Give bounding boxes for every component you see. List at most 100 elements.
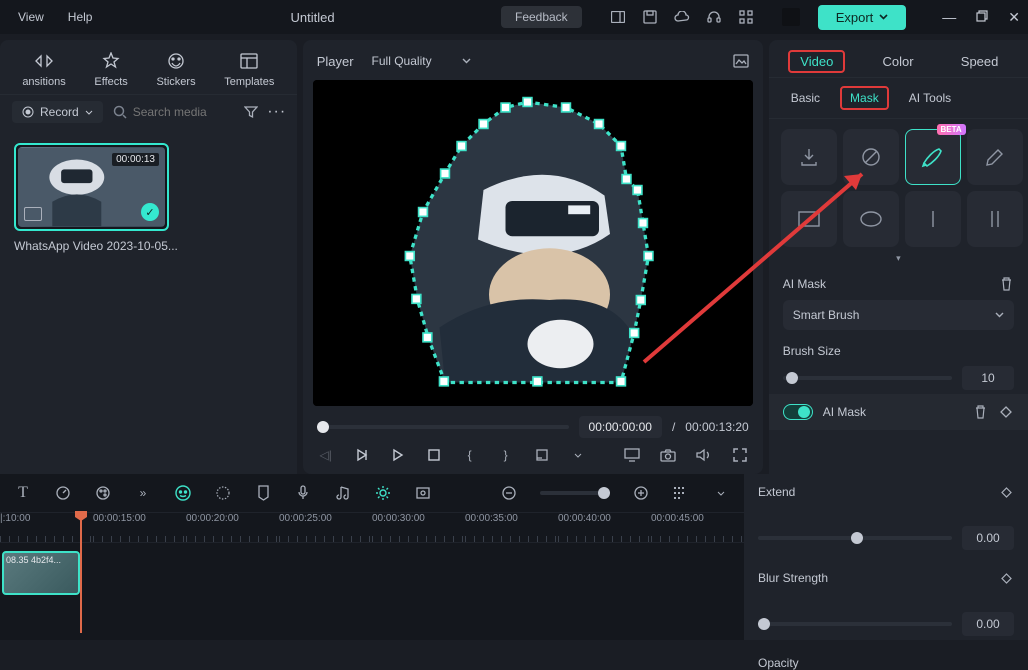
tab-color[interactable]: Color <box>873 50 924 73</box>
headphones-icon[interactable] <box>706 9 722 25</box>
clip-name: WhatsApp Video 2023-10-05... <box>14 239 283 253</box>
volume-icon[interactable] <box>695 446 713 464</box>
tab-templates[interactable]: Templates <box>224 50 274 88</box>
total-time: 00:00:13:20 <box>685 420 748 434</box>
layout-icon[interactable] <box>610 9 626 25</box>
close-icon[interactable]: ✕ <box>1008 9 1020 26</box>
mark-out-icon[interactable]: } <box>497 446 515 464</box>
export-button[interactable]: Export <box>818 5 907 30</box>
extend-value[interactable]: 0.00 <box>962 526 1014 550</box>
ai-tool-icon[interactable] <box>174 484 192 502</box>
tab-video[interactable]: Video <box>788 50 845 73</box>
mask-pen[interactable] <box>967 129 1023 185</box>
feedback-button[interactable]: Feedback <box>501 6 582 28</box>
delete-ai-mask-icon[interactable] <box>998 276 1014 292</box>
text-tool-icon[interactable]: T <box>14 484 32 502</box>
fullscreen-icon[interactable] <box>731 446 749 464</box>
ai-mask-label: AI Mask <box>783 277 826 291</box>
ruler-tick: 00:00:35:00 <box>465 513 558 542</box>
search-input[interactable] <box>133 105 233 119</box>
mask-import[interactable] <box>781 129 837 185</box>
ruler-tick: 00:00:30:00 <box>372 513 465 542</box>
highlight-icon[interactable] <box>374 484 392 502</box>
adjust-icon[interactable] <box>214 484 232 502</box>
speed-tool-icon[interactable] <box>54 484 72 502</box>
mask-rectangle[interactable] <box>781 191 837 247</box>
playhead[interactable] <box>80 513 82 633</box>
tab-mask[interactable]: Mask <box>840 86 889 110</box>
blur-value[interactable]: 0.00 <box>962 612 1014 636</box>
blur-slider[interactable] <box>758 622 952 626</box>
mask-line-single[interactable] <box>905 191 961 247</box>
keyframe-extend-icon[interactable] <box>998 484 1014 500</box>
play-pause-icon[interactable] <box>353 446 371 464</box>
expand-mask-grid[interactable]: ▾ <box>769 251 1028 266</box>
brush-size-value[interactable]: 10 <box>962 366 1014 390</box>
ai-mask-select[interactable]: Smart Brush <box>783 300 1014 330</box>
tab-effects[interactable]: Effects <box>94 50 127 88</box>
ai-mask-toggle[interactable] <box>783 404 813 420</box>
tab-speed[interactable]: Speed <box>951 50 1009 73</box>
zoom-slider[interactable] <box>540 491 610 495</box>
stop-icon[interactable] <box>425 446 443 464</box>
avatar[interactable] <box>782 8 800 26</box>
main-area: ansitions Effects Stickers Templates Rec… <box>0 34 1028 474</box>
player-viewport[interactable] <box>313 80 753 406</box>
display-icon[interactable] <box>623 446 641 464</box>
audio-icon[interactable] <box>334 484 352 502</box>
crop-icon[interactable] <box>533 446 551 464</box>
marker-icon[interactable] <box>254 484 272 502</box>
tab-transitions[interactable]: ansitions <box>22 50 65 88</box>
apps-icon[interactable] <box>738 9 754 25</box>
maximize-icon[interactable] <box>976 9 988 26</box>
mark-in-icon[interactable]: { <box>461 446 479 464</box>
media-panel: ansitions Effects Stickers Templates Rec… <box>0 40 297 474</box>
playback-slider[interactable] <box>317 425 569 429</box>
brush-size-slider[interactable] <box>783 376 952 380</box>
menu-help[interactable]: Help <box>68 10 93 24</box>
tab-ai-tools[interactable]: AI Tools <box>901 88 959 108</box>
tab-basic[interactable]: Basic <box>783 88 828 108</box>
mask-brush[interactable]: BETA <box>905 129 961 185</box>
ruler-tick: 00:00:45:00 <box>651 513 744 542</box>
menu-view[interactable]: View <box>18 10 44 24</box>
chevron-down-icon[interactable] <box>569 446 587 464</box>
search-input-wrap[interactable] <box>113 105 233 119</box>
mask-ellipse[interactable] <box>843 191 899 247</box>
save-icon[interactable] <box>642 9 658 25</box>
media-clip[interactable]: 00:00:13 ✓ <box>14 143 169 231</box>
mic-icon[interactable] <box>294 484 312 502</box>
timeline-ruler[interactable]: |:10:0000:00:15:0000:00:20:0000:00:25:00… <box>0 513 744 543</box>
timeline-area: T » |:10:0000:00:15:0000:00:20:0000:00:2… <box>0 474 1028 640</box>
prev-frame-icon[interactable]: ◁| <box>317 446 335 464</box>
mask-line-double[interactable] <box>967 191 1023 247</box>
quality-select[interactable]: Full Quality <box>368 52 475 70</box>
camera-icon[interactable] <box>659 446 677 464</box>
record-button[interactable]: Record <box>12 101 103 123</box>
extend-slider[interactable] <box>758 536 952 540</box>
timeline-track[interactable]: 08.35 4b2f4... <box>0 543 744 603</box>
player-panel: Player Full Quality <box>303 40 763 474</box>
view-chevron-icon[interactable] <box>712 484 730 502</box>
more-tools-icon[interactable]: » <box>134 484 152 502</box>
color-tool-icon[interactable] <box>94 484 112 502</box>
opacity-label: Opacity <box>758 656 799 670</box>
blur-label: Blur Strength <box>758 571 828 585</box>
cloud-icon[interactable] <box>674 9 690 25</box>
keyframe-blur-icon[interactable] <box>998 570 1014 586</box>
minimize-icon[interactable]: — <box>942 9 956 26</box>
keyframe-toggle-icon[interactable] <box>998 404 1014 420</box>
more-icon[interactable]: ··· <box>269 104 285 120</box>
mask-none[interactable] <box>843 129 899 185</box>
filter-icon[interactable] <box>243 104 259 120</box>
zoom-out-icon[interactable] <box>500 484 518 502</box>
crop-tool-icon[interactable] <box>414 484 432 502</box>
tab-stickers[interactable]: Stickers <box>156 50 195 88</box>
zoom-in-icon[interactable] <box>632 484 650 502</box>
snapshot-icon[interactable] <box>733 53 749 69</box>
clip-type-icon <box>24 207 42 221</box>
timeline-clip[interactable]: 08.35 4b2f4... <box>2 551 80 595</box>
view-options-icon[interactable] <box>672 484 690 502</box>
play-icon[interactable] <box>389 446 407 464</box>
delete-toggle-icon[interactable] <box>972 404 988 420</box>
